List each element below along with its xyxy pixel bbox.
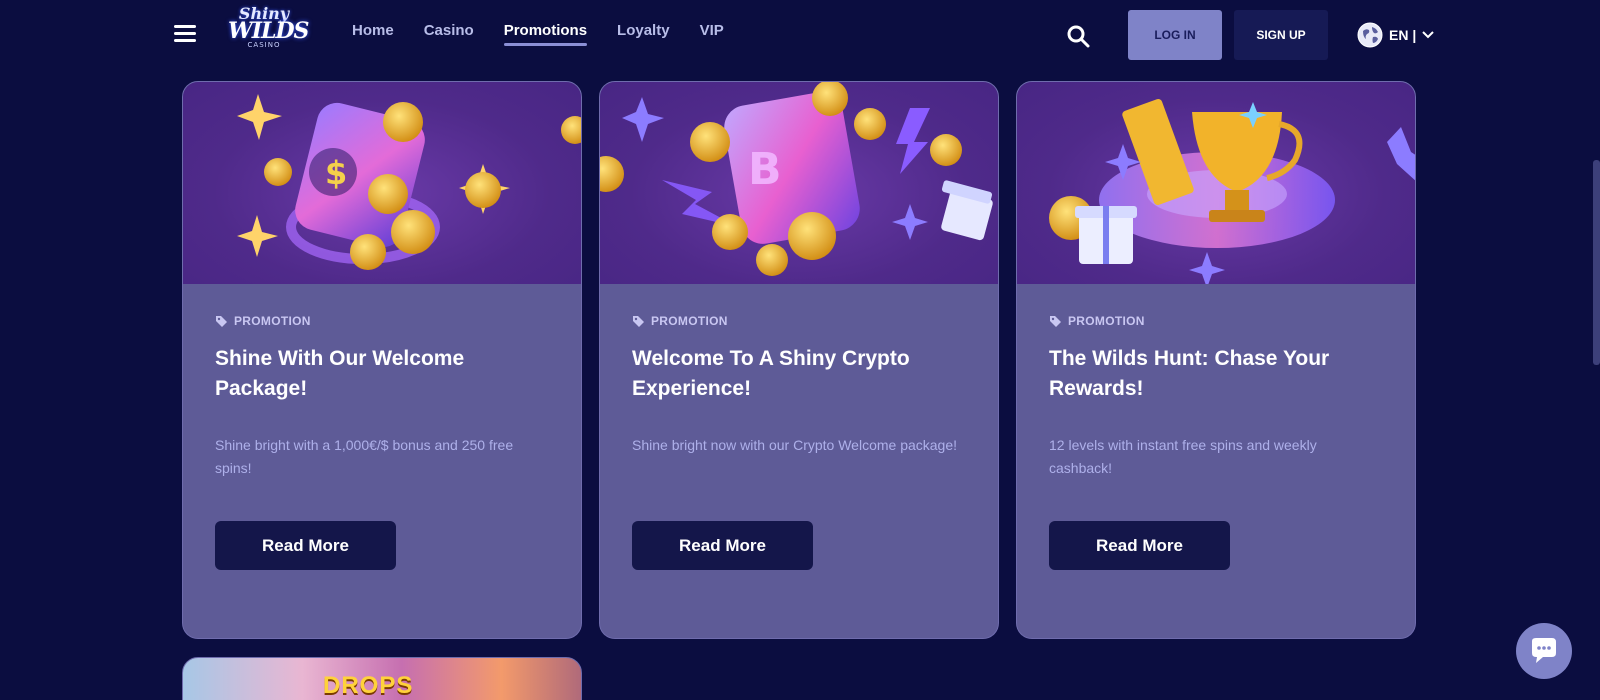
read-more-button[interactable]: Read More	[215, 521, 396, 570]
promo-tag-label: PROMOTION	[234, 314, 311, 328]
promo-card: B PROMOTION Welcome To A Shiny Crypto Ex…	[599, 81, 999, 639]
logo[interactable]: Shiny WILDS CASINO	[228, 6, 309, 64]
promo-tag: PROMOTION	[632, 314, 966, 328]
promo-title: Shine With Our Welcome Package!	[215, 347, 465, 400]
promo-tag: PROMOTION	[215, 314, 549, 328]
dice-coins-illustration: $	[237, 94, 581, 270]
globe-icon	[1357, 22, 1383, 48]
promo-title: The Wilds Hunt: Chase Your Rewards!	[1049, 347, 1330, 400]
chevron-down-icon	[1422, 31, 1434, 39]
promo-banner: B	[600, 82, 998, 284]
promo-tag-label: PROMOTION	[1068, 314, 1145, 328]
trophy-illustration	[1049, 98, 1415, 284]
nav-casino[interactable]: Casino	[424, 22, 474, 46]
menu-icon[interactable]	[174, 25, 196, 43]
promo-banner	[1017, 82, 1415, 284]
promo-card: $ PROMOTION Shine With Our Welcome Packa…	[182, 81, 582, 639]
promo-banner: $	[183, 82, 581, 284]
header: Shiny WILDS CASINO Home Casino Promotion…	[0, 0, 1600, 70]
crypto-dice-illustration: B	[600, 82, 993, 276]
language-selector[interactable]: EN |	[1357, 22, 1434, 48]
signup-button[interactable]: SIGN UP	[1234, 10, 1328, 60]
nav-promotions[interactable]: Promotions	[503, 22, 588, 46]
promo-description: 12 levels with instant free spins and we…	[1049, 437, 1317, 476]
read-more-button[interactable]: Read More	[1049, 521, 1230, 570]
scrollbar[interactable]	[1593, 160, 1600, 365]
svg-text:$: $	[325, 154, 347, 192]
tag-icon	[1050, 315, 1061, 327]
promo-card: PROMOTION The Wilds Hunt: Chase Your Rew…	[1016, 81, 1416, 639]
search-icon[interactable]	[1066, 24, 1090, 48]
nav-home[interactable]: Home	[352, 22, 394, 46]
logo-line2: WILDS	[228, 18, 309, 44]
promo-description: Shine bright now with our Crypto Welcome…	[632, 437, 958, 453]
promo-tag: PROMOTION	[1049, 314, 1383, 328]
nav-loyalty[interactable]: Loyalty	[617, 22, 670, 46]
nav-vip[interactable]: VIP	[700, 22, 724, 46]
svg-text:B: B	[748, 144, 782, 195]
chat-icon	[1532, 638, 1556, 663]
promo-card-partial[interactable]: DROPS	[182, 657, 582, 700]
main-nav: Home Casino Promotions Loyalty VIP	[352, 22, 754, 46]
promo-description: Shine bright with a 1,000€/$ bonus and 2…	[215, 437, 514, 476]
language-label: EN |	[1389, 27, 1417, 43]
drops-banner-text: DROPS	[323, 672, 414, 699]
tag-icon	[633, 315, 644, 327]
login-button[interactable]: LOG IN	[1128, 10, 1222, 60]
tag-icon	[216, 315, 227, 327]
chat-button[interactable]	[1516, 623, 1572, 679]
read-more-button[interactable]: Read More	[632, 521, 813, 570]
promo-tag-label: PROMOTION	[651, 314, 728, 328]
promo-title: Welcome To A Shiny Crypto Experience!	[632, 347, 910, 400]
